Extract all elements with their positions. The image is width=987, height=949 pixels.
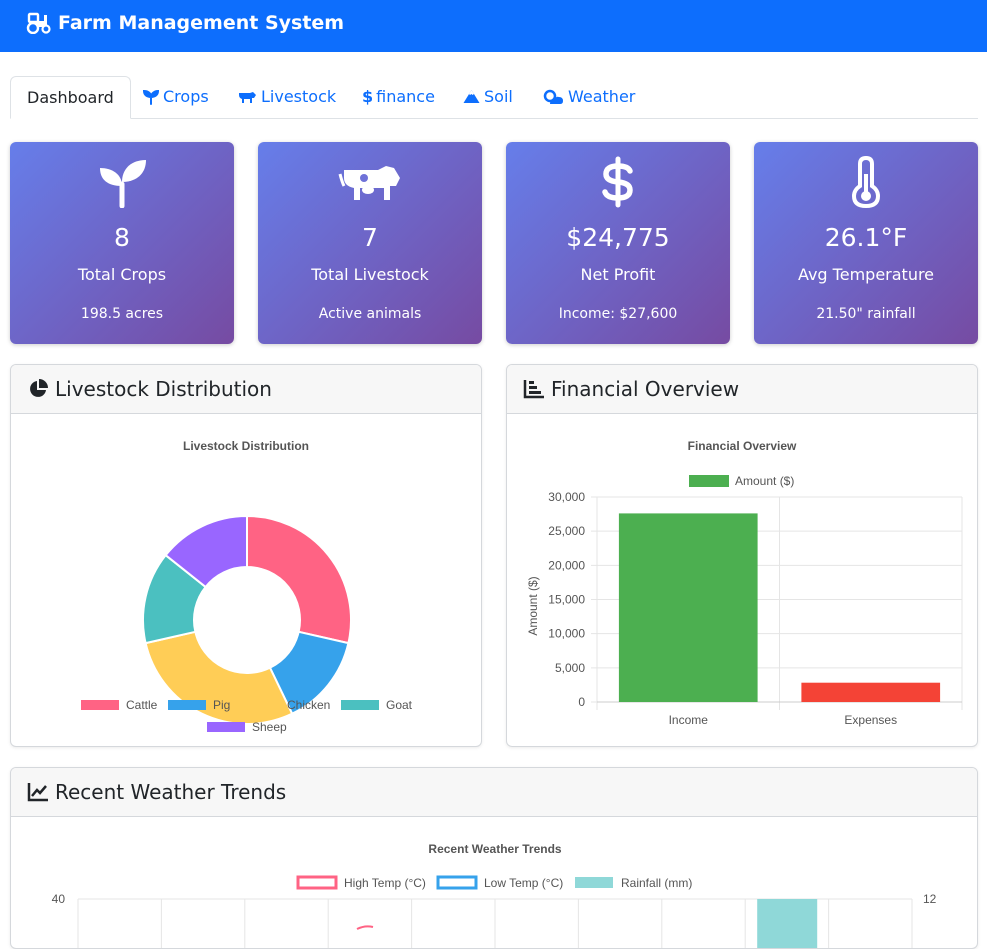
- y-right-tick: 12: [923, 892, 937, 906]
- y-axis-label: Amount ($): [526, 576, 540, 635]
- panel-header: Recent Weather Trends: [11, 768, 977, 817]
- legend-label[interactable]: Sheep: [252, 720, 287, 734]
- bar-income[interactable]: [618, 513, 758, 702]
- legend-label[interactable]: Low Temp (°C): [484, 876, 563, 890]
- cloud-sun-icon: [543, 89, 563, 104]
- y-tick-label: 25,000: [548, 524, 585, 538]
- legend-label[interactable]: Chicken: [287, 698, 330, 712]
- stat-subtext: 21.50" rainfall: [816, 306, 916, 322]
- legend-swatch: [242, 700, 280, 710]
- app-title: Farm Management System: [58, 12, 345, 34]
- tab-crops[interactable]: Crops: [143, 76, 209, 117]
- tractor-icon: [26, 12, 51, 34]
- tab-weather[interactable]: Weather: [542, 76, 635, 117]
- tab-dashboard[interactable]: Dashboard: [10, 76, 131, 119]
- thermometer-icon: [851, 156, 881, 208]
- legend-swatch: [341, 700, 379, 710]
- cow-icon: [239, 91, 256, 103]
- y-tick-label: 10,000: [548, 627, 585, 641]
- legend-swatch: [296, 875, 338, 890]
- legend-swatch: [81, 700, 119, 710]
- stat-value: 26.1°F: [824, 223, 908, 252]
- weather-panel: Recent Weather Trends Recent Weather Tre…: [10, 767, 978, 949]
- stat-value: 7: [362, 223, 378, 252]
- stat-value: $24,775: [566, 223, 670, 252]
- seedling-icon: [143, 89, 159, 105]
- stat-card-crops: 8 Total Crops 198.5 acres: [10, 142, 234, 344]
- stat-label: Total Crops: [77, 265, 167, 284]
- tab-label: Dashboard: [27, 88, 114, 107]
- stat-label: Net Profit: [580, 265, 656, 284]
- chart-title: Financial Overview: [688, 439, 797, 453]
- seedling-icon: [100, 160, 146, 208]
- x-tick-label: Expenses: [844, 713, 897, 727]
- tab-livestock[interactable]: Livestock: [237, 76, 336, 117]
- legend-swatch: [436, 875, 478, 890]
- bar-expenses[interactable]: [801, 682, 941, 702]
- y-tick-label: 30,000: [548, 490, 585, 504]
- app-brand[interactable]: Farm Management System: [26, 12, 344, 34]
- stat-subtext: Active animals: [318, 306, 422, 322]
- legend-swatch: [168, 700, 206, 710]
- legend-label[interactable]: Goat: [386, 698, 413, 712]
- panel-title: Recent Weather Trends: [55, 780, 287, 804]
- tab-soil[interactable]: Soil: [463, 76, 513, 117]
- chart-line-icon: [27, 783, 48, 802]
- stat-subtext: 198.5 acres: [80, 306, 164, 322]
- legend-label[interactable]: Rainfall (mm): [621, 876, 692, 890]
- stat-label: Avg Temperature: [797, 265, 935, 284]
- pie-slice-cattle[interactable]: [246, 514, 352, 645]
- stat-value: 8: [114, 223, 130, 252]
- livestock-doughnut-chart: Livestock Distribution Cattle Pig Chicken G…: [81, 439, 413, 734]
- weather-line-chart: Recent Weather Trends High Temp (°C) Low …: [52, 842, 937, 949]
- legend-label[interactable]: Pig: [213, 698, 230, 712]
- stat-subtext: Income: $27,600: [558, 306, 678, 322]
- tab-label: finance: [376, 87, 435, 106]
- chart-pie-icon: [30, 379, 48, 397]
- top-navbar: Farm Management System: [0, 0, 987, 52]
- y-tick-label: 0: [578, 695, 585, 709]
- legend-label[interactable]: Cattle: [126, 698, 158, 712]
- y-left-tick: 40: [52, 892, 66, 906]
- main-tabs: Dashboard Crops Livestock $ finance Soil…: [10, 76, 978, 119]
- tab-label: Livestock: [261, 87, 337, 106]
- panel-header: Livestock Distribution: [11, 365, 481, 414]
- panel-header: Financial Overview: [507, 365, 977, 414]
- dollar-icon: [602, 156, 633, 208]
- tab-label: Weather: [568, 87, 636, 106]
- chart-title: Livestock Distribution: [183, 439, 309, 453]
- stat-card-livestock: 7 Total Livestock Active animals: [258, 142, 482, 344]
- x-tick-label: Income: [669, 713, 709, 727]
- y-tick-label: 20,000: [548, 558, 585, 572]
- dollar-icon: $: [362, 87, 374, 106]
- finance-panel: Financial Overview Financial Overview Am…: [506, 364, 978, 747]
- legend-label[interactable]: Amount ($): [735, 474, 794, 488]
- stat-card-finance: $24,775 Net Profit Income: $27,600: [506, 142, 730, 344]
- legend-swatch: [207, 722, 245, 732]
- legend-swatch: [689, 475, 729, 487]
- y-tick-label: 5,000: [555, 661, 585, 675]
- panel-title: Financial Overview: [551, 377, 740, 401]
- rainfall-bar[interactable]: [757, 899, 818, 949]
- stat-label: Total Livestock: [311, 265, 429, 284]
- chart-title: Recent Weather Trends: [428, 842, 561, 856]
- finance-bar-chart: Financial Overview Amount ($) Amount ($)…: [526, 439, 963, 727]
- legend-swatch: [575, 877, 613, 888]
- livestock-panel: Livestock Distribution Livestock Distrib…: [10, 364, 482, 747]
- y-tick-label: 15,000: [548, 593, 585, 607]
- mountain-icon: [463, 90, 480, 103]
- panel-title: Livestock Distribution: [55, 377, 272, 401]
- chart-bar-icon: [523, 380, 544, 399]
- tab-label: Soil: [484, 87, 513, 106]
- stat-card-temperature: 26.1°F Avg Temperature 21.50" rainfall: [754, 142, 978, 344]
- cow-icon: [338, 166, 400, 200]
- tab-label: Crops: [163, 87, 209, 106]
- tab-finance[interactable]: $ finance: [362, 76, 435, 117]
- legend-label[interactable]: High Temp (°C): [344, 876, 426, 890]
